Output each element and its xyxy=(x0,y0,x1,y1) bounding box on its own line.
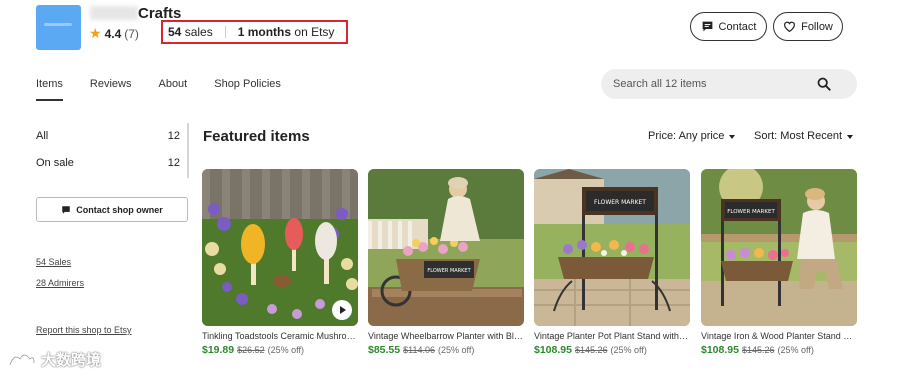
featured-items-heading: Featured items xyxy=(203,128,310,145)
wheelbarrow-planter-photo: FLOWER MARKET xyxy=(368,169,524,326)
listing-title[interactable]: Vintage Iron & Wood Planter Stand with F… xyxy=(701,331,857,341)
shop-rating[interactable]: ★ 4.4 (7) xyxy=(89,25,139,42)
listing-title[interactable]: Tinkling Toadstools Ceramic Mushroom Gar… xyxy=(202,331,358,341)
watermark-text: 大数跨境 xyxy=(41,352,102,369)
tab-reviews[interactable]: Reviews xyxy=(90,78,132,97)
play-video-icon[interactable] xyxy=(332,300,352,320)
sale-price: $108.95 xyxy=(534,344,572,356)
follow-label: Follow xyxy=(801,20,833,33)
listing-price: $108.95 $145.26 (25% off) xyxy=(701,344,857,356)
contact-shop-owner-button[interactable]: Contact shop owner xyxy=(36,197,188,222)
shop-age: 1 months on Etsy xyxy=(237,25,335,39)
sales-count: 54 sales xyxy=(168,25,213,39)
tab-items[interactable]: Items xyxy=(36,78,63,101)
contact-label: Contact xyxy=(718,20,757,33)
report-shop-link[interactable]: Report this shop to Etsy xyxy=(36,325,132,335)
tab-about[interactable]: About xyxy=(158,78,187,97)
chevron-down-icon xyxy=(847,135,854,139)
heart-icon xyxy=(784,21,796,33)
sidebar-item-count: 12 xyxy=(167,157,180,169)
listing-card[interactable]: Tinkling Toadstools Ceramic Mushroom Gar… xyxy=(202,169,358,356)
discount-badge: (25% off) xyxy=(267,345,305,355)
shop-logo[interactable] xyxy=(36,5,81,50)
sale-price: $85.55 xyxy=(368,344,401,356)
sidebar-item-on-sale[interactable]: On sale 12 xyxy=(36,157,188,169)
search-icon[interactable] xyxy=(817,77,831,91)
sale-price: $19.89 xyxy=(202,344,235,356)
sort-dropdown[interactable]: Sort: Most Recent xyxy=(754,130,854,142)
watermark: 大数跨境 xyxy=(8,349,101,370)
discount-badge: (25% off) xyxy=(610,345,647,355)
tab-shop-policies[interactable]: Shop Policies xyxy=(214,78,281,97)
listing-price: $108.95 $145.26 (25% off) xyxy=(534,344,690,356)
shop-stats-highlight: 54 sales 1 months on Etsy xyxy=(161,20,348,44)
shop-name-redacted xyxy=(90,6,138,20)
listing-image[interactable]: FLOWER MARKET xyxy=(701,169,857,326)
sort-label: Sort: Most Recent xyxy=(754,130,843,142)
discount-badge: (25% off) xyxy=(438,345,475,355)
sidebar-item-label: On sale xyxy=(36,157,74,169)
original-price: $145.26 xyxy=(741,345,775,355)
original-price: $145.26 xyxy=(574,345,608,355)
listing-image[interactable] xyxy=(202,169,358,326)
iron-wood-planter-photo: FLOWER MARKET xyxy=(701,169,857,326)
listing-image[interactable]: FLOWER MARKET xyxy=(368,169,524,326)
sales-link[interactable]: 54 Sales xyxy=(36,257,71,267)
listing-title[interactable]: Vintage Planter Pot Plant Stand with Flo… xyxy=(534,331,690,341)
sidebar-item-count: 12 xyxy=(167,130,180,142)
rating-value: 4.4 xyxy=(104,26,122,41)
review-count: (7) xyxy=(124,26,139,41)
price-filter-label: Price: Any price xyxy=(648,130,725,142)
discount-badge: (25% off) xyxy=(777,345,814,355)
listing-price: $19.89 $26.52 (25% off) xyxy=(202,344,358,356)
sign-text: FLOWER MARKET xyxy=(727,209,775,215)
search-input[interactable] xyxy=(613,78,803,90)
planter-stand-photo: FLOWER MARKET xyxy=(534,169,690,326)
sidebar-scroll-indicator xyxy=(187,123,189,178)
sign-text: FLOWER MARKET xyxy=(594,199,646,206)
shop-search xyxy=(601,69,857,99)
watermark-logo-icon xyxy=(8,353,36,365)
listing-price: $85.55 $114.06 (25% off) xyxy=(368,344,524,356)
contact-button[interactable]: Contact xyxy=(690,12,767,41)
shop-nav-tabs: Items Reviews About Shop Policies xyxy=(36,78,308,101)
listing-card[interactable]: FLOWER MARKET Vintage Planter Pot Plant … xyxy=(534,169,690,356)
listing-card[interactable]: FLOWER MARKET Vintage Iron & Wood Plante… xyxy=(701,169,857,356)
listing-card[interactable]: FLOWER MARKET Vintage Wheelbarrow Plante… xyxy=(368,169,524,356)
sidebar-item-all[interactable]: All 12 xyxy=(36,130,188,142)
contact-owner-label: Contact shop owner xyxy=(76,204,163,215)
message-icon xyxy=(62,205,70,214)
admirers-link[interactable]: 28 Admirers xyxy=(36,278,84,288)
chevron-down-icon xyxy=(729,135,736,139)
original-price: $26.52 xyxy=(237,345,265,355)
original-price: $114.06 xyxy=(403,345,435,355)
message-icon xyxy=(702,21,712,32)
follow-button[interactable]: Follow xyxy=(773,12,843,41)
price-filter-dropdown[interactable]: Price: Any price xyxy=(648,130,736,142)
sale-price: $108.95 xyxy=(701,344,739,356)
sidebar-item-label: All xyxy=(36,130,49,142)
listing-image[interactable]: FLOWER MARKET xyxy=(534,169,690,326)
listing-title[interactable]: Vintage Wheelbarrow Planter with Black F… xyxy=(368,331,524,341)
stats-divider xyxy=(224,26,226,38)
sign-text: FLOWER MARKET xyxy=(427,268,471,274)
star-icon: ★ xyxy=(89,25,102,41)
